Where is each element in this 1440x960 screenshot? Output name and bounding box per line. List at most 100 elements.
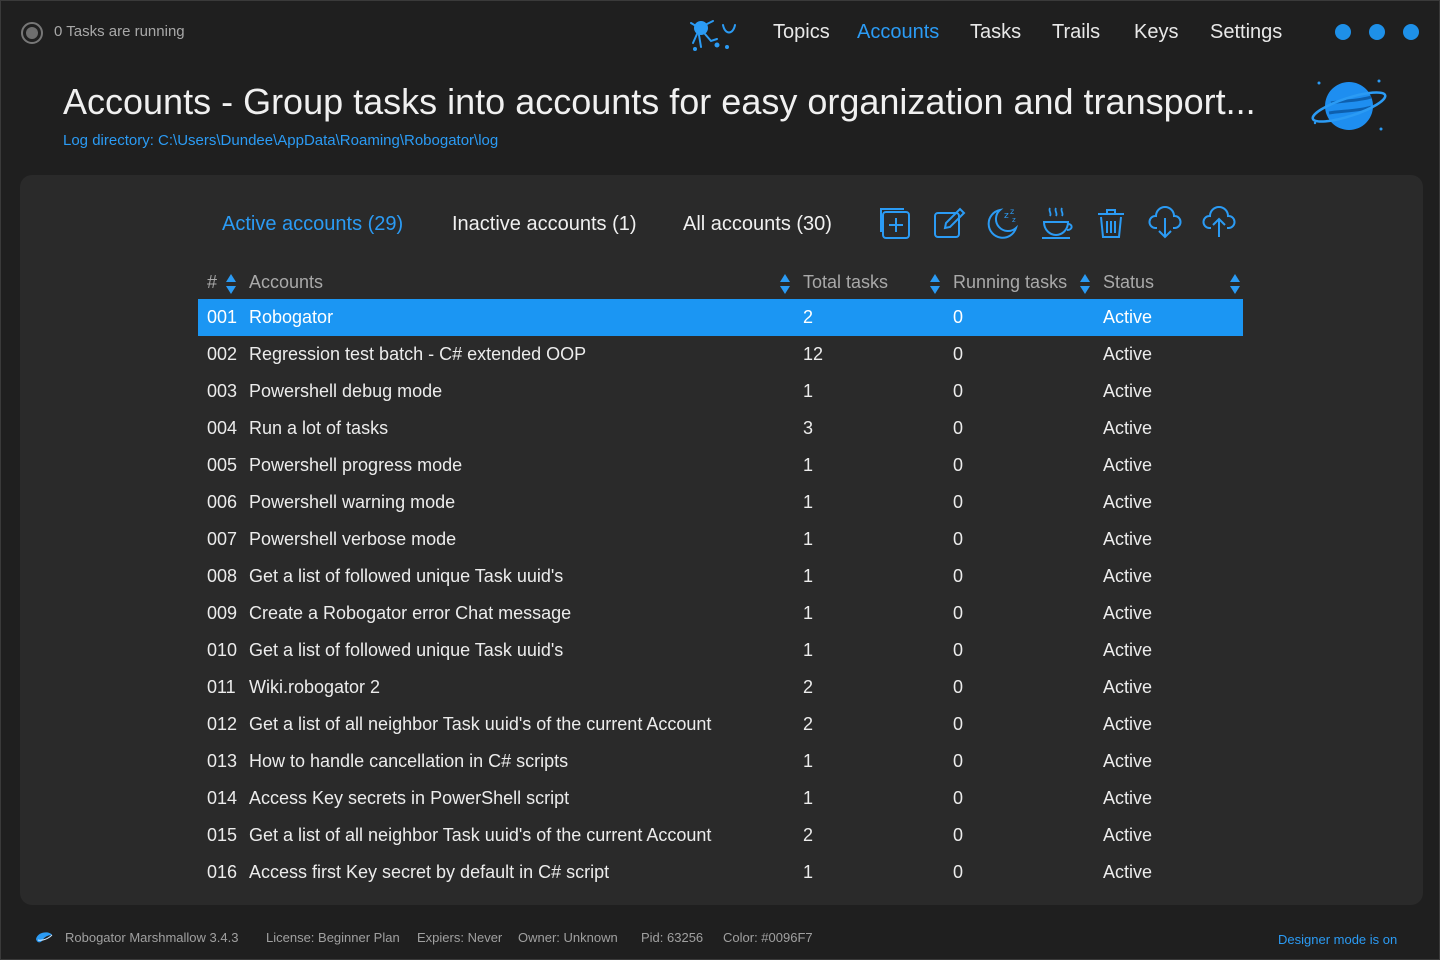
running-tasks: 0: [953, 529, 964, 549]
planet-icon: [1311, 79, 1387, 131]
nav-topics[interactable]: Topics: [773, 21, 857, 44]
total-tasks: 3: [803, 418, 814, 438]
minimize-button[interactable]: [1335, 24, 1351, 40]
account-status: Active: [1103, 714, 1153, 734]
table-row[interactable]: 005 Powershell progress mode 1 0 Active: [198, 447, 1243, 484]
row-number: 013: [207, 751, 238, 771]
svg-text:z: z: [1012, 216, 1016, 224]
table-row[interactable]: 010 Get a list of followed unique Task uu…: [198, 632, 1243, 669]
trash-icon: [1098, 209, 1124, 238]
account-status: Active: [1103, 825, 1153, 845]
cloud-download-icon: [1148, 206, 1182, 239]
row-number: 002: [207, 344, 238, 364]
table-row[interactable]: 012 Get a list of all neighbor Task uuid'…: [198, 706, 1243, 743]
status-footer: Robogator Marshmallow 3.4.3 License: Beg…: [1, 919, 1440, 959]
nav-accounts[interactable]: Accounts: [857, 21, 970, 44]
deactivate-account-button[interactable]: z z z: [986, 204, 1020, 240]
top-bar: 0 Tasks are running Topics Accounts Task…: [1, 1, 1440, 63]
pause-account-button[interactable]: [1040, 204, 1074, 240]
running-tasks: 0: [953, 825, 964, 845]
sort-total-tasks-icon[interactable]: [930, 274, 940, 296]
total-tasks: 1: [803, 492, 814, 512]
table-row[interactable]: 009 Create a Robogator error Chat message…: [198, 595, 1243, 632]
account-name: Access Key secrets in PowerShell script: [249, 788, 570, 808]
column-header-number[interactable]: #: [207, 272, 217, 293]
tab-all-accounts[interactable]: All accounts (30): [683, 213, 832, 236]
running-tasks: 0: [953, 640, 964, 660]
running-tasks: 0: [953, 751, 964, 771]
tab-active-accounts[interactable]: Active accounts (29): [222, 213, 403, 236]
row-number: 007: [207, 529, 238, 549]
account-status: Active: [1103, 381, 1153, 401]
total-tasks: 1: [803, 788, 814, 808]
running-tasks: 0: [953, 677, 964, 697]
coffee-icon: [1042, 207, 1073, 239]
sort-number-icon[interactable]: [226, 274, 236, 296]
row-number: 006: [207, 492, 238, 512]
account-status: Active: [1103, 529, 1153, 549]
accounts-table: 001 Robogator 2 0 Active 002 Regression test b…: [198, 299, 1243, 891]
sort-running-tasks-icon[interactable]: [1080, 274, 1090, 296]
table-row[interactable]: 002 Regression test batch - C# extended O…: [198, 336, 1243, 373]
table-row[interactable]: 008 Get a list of followed unique Task uu…: [198, 558, 1243, 595]
log-directory-link[interactable]: Log directory: C:\Users\Dundee\AppData\R…: [63, 132, 498, 149]
running-tasks: 0: [953, 862, 964, 882]
close-button[interactable]: [1403, 24, 1419, 40]
sort-status-icon[interactable]: [1230, 274, 1240, 296]
account-status: Active: [1103, 492, 1153, 512]
row-number: 005: [207, 455, 238, 475]
table-row[interactable]: 001 Robogator 2 0 Active: [198, 299, 1243, 336]
export-account-button[interactable]: [1202, 204, 1236, 240]
column-header-running-tasks[interactable]: Running tasks: [953, 272, 1067, 293]
account-name: Robogator: [249, 307, 334, 327]
account-name: Powershell warning mode: [249, 492, 456, 512]
account-name: Get a list of all neighbor Task uuid's o…: [249, 714, 712, 734]
account-status: Active: [1103, 344, 1153, 364]
pid-info: Pid: 63256: [641, 930, 704, 945]
svg-text:z: z: [1010, 207, 1014, 216]
designer-mode-link[interactable]: Designer mode is on: [1278, 932, 1397, 947]
row-number: 016: [207, 862, 238, 882]
account-status: Active: [1103, 307, 1153, 327]
account-name: Run a lot of tasks: [249, 418, 389, 438]
running-tasks: 0: [953, 788, 964, 808]
table-row[interactable]: 006 Powershell warning mode 1 0 Active: [198, 484, 1243, 521]
import-account-button[interactable]: [1148, 204, 1182, 240]
total-tasks: 1: [803, 603, 814, 623]
table-row[interactable]: 004 Run a lot of tasks 3 0 Active: [198, 410, 1243, 447]
nav-tasks[interactable]: Tasks: [970, 21, 1052, 44]
astronaut-logo-icon[interactable]: [687, 15, 739, 53]
table-row[interactable]: 011 Wiki.robogator 2 2 0 Active: [198, 669, 1243, 706]
delete-account-button[interactable]: [1094, 204, 1128, 240]
table-row[interactable]: 003 Powershell debug mode 1 0 Active: [198, 373, 1243, 410]
table-row[interactable]: 016 Access first Key secret by default in…: [198, 854, 1243, 891]
column-header-total-tasks[interactable]: Total tasks: [803, 272, 888, 293]
account-status: Active: [1103, 677, 1153, 697]
total-tasks: 2: [803, 677, 814, 697]
column-header-status[interactable]: Status: [1103, 272, 1154, 293]
nav-trails[interactable]: Trails: [1052, 21, 1134, 44]
table-row[interactable]: 007 Powershell verbose mode 1 0 Active: [198, 521, 1243, 558]
edit-icon: [934, 207, 966, 238]
account-name: Regression test batch - C# extended OOP: [249, 344, 587, 364]
page-title: Accounts - Group tasks into accounts for…: [63, 81, 1256, 122]
nav-settings[interactable]: Settings: [1210, 21, 1282, 44]
maximize-button[interactable]: [1369, 24, 1385, 40]
running-tasks: 0: [953, 455, 964, 475]
row-number: 008: [207, 566, 238, 586]
owner-info: Owner: Unknown: [518, 930, 618, 945]
edit-account-button[interactable]: [932, 204, 966, 240]
sort-accounts-icon[interactable]: [780, 274, 790, 296]
tab-inactive-accounts[interactable]: Inactive accounts (1): [452, 213, 637, 236]
nav-keys[interactable]: Keys: [1134, 21, 1210, 44]
total-tasks: 2: [803, 825, 814, 845]
column-header-accounts[interactable]: Accounts: [249, 272, 323, 293]
total-tasks: 1: [803, 751, 814, 771]
account-name: Access first Key secret by default in C#…: [249, 862, 610, 882]
table-row[interactable]: 014 Access Key secrets in PowerShell scri…: [198, 780, 1243, 817]
sleep-icon: z z z: [987, 207, 1019, 239]
add-account-button[interactable]: [878, 204, 912, 240]
table-row[interactable]: 013 How to handle cancellation in C# scri…: [198, 743, 1243, 780]
table-row[interactable]: 015 Get a list of all neighbor Task uuid'…: [198, 817, 1243, 854]
license-info: License: Beginner Plan: [266, 930, 400, 945]
